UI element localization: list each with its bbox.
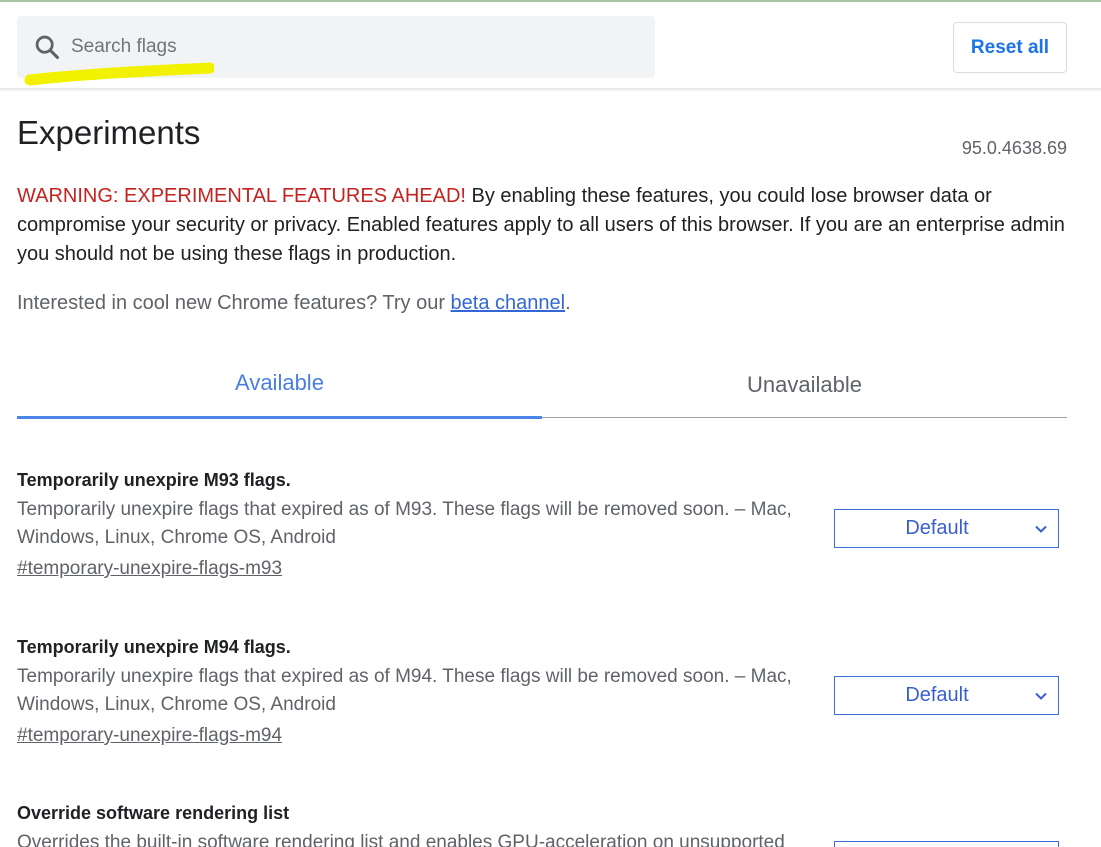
beta-channel-text: Interested in cool new Chrome features? … — [17, 292, 451, 314]
select-value: Default — [905, 517, 969, 539]
chevron-down-icon — [1035, 692, 1047, 700]
page-title: Experiments — [17, 114, 201, 151]
search-input[interactable] — [71, 32, 631, 62]
version-label: 95.0.4638.69 — [961, 138, 1067, 158]
flag-permalink[interactable]: #temporary-unexpire-flags-m94 — [17, 725, 282, 747]
flag-state-select[interactable]: Default — [834, 676, 1059, 715]
flags-page: Reset all Experiments 95.0.4638.69 WARNI… — [0, 0, 1101, 847]
select-value: Default — [905, 684, 969, 706]
highlighter-mark — [24, 62, 214, 86]
beta-channel-note: Interested in cool new Chrome features? … — [17, 292, 571, 315]
tab-available[interactable]: Available — [17, 350, 542, 416]
flag-description: Temporarily unexpire flags that expired … — [17, 666, 792, 715]
flag-item: Temporarily unexpire M94 flags. Temporar… — [17, 637, 1067, 767]
flag-description: Overrides the built-in software renderin… — [17, 832, 785, 847]
search-icon — [35, 35, 60, 60]
flag-title: Override software rendering list — [17, 803, 290, 823]
beta-channel-link[interactable]: beta channel — [451, 292, 566, 314]
flag-state-select[interactable] — [834, 841, 1059, 847]
warning-message: WARNING: EXPERIMENTAL FEATURES AHEAD! By… — [17, 182, 1067, 269]
header-bar: Reset all — [0, 2, 1101, 88]
tab-unavailable[interactable]: Unavailable — [542, 350, 1067, 416]
warning-prefix: WARNING: EXPERIMENTAL FEATURES AHEAD! — [17, 185, 466, 207]
flag-permalink[interactable]: #temporary-unexpire-flags-m93 — [17, 558, 282, 580]
flag-item: Temporarily unexpire M93 flags. Temporar… — [17, 470, 1067, 600]
flag-description: Temporarily unexpire flags that expired … — [17, 499, 792, 548]
flag-item: Override software rendering list Overrid… — [17, 803, 1067, 847]
chevron-down-icon — [1035, 525, 1047, 533]
flag-title: Temporarily unexpire M93 flags. — [17, 470, 291, 490]
header-divider — [0, 88, 1101, 91]
tab-selected-indicator — [17, 416, 542, 419]
flag-title: Temporarily unexpire M94 flags. — [17, 637, 291, 657]
flag-state-select[interactable]: Default — [834, 509, 1059, 548]
beta-channel-suffix: . — [565, 292, 571, 314]
reset-all-button[interactable]: Reset all — [953, 22, 1067, 73]
tab-bar: Available Unavailable — [17, 350, 1067, 419]
